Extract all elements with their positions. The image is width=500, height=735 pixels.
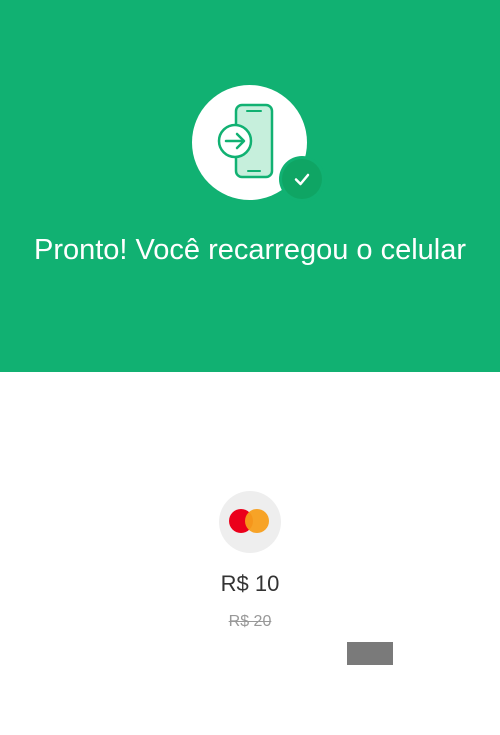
original-amount: R$ 20	[228, 613, 272, 630]
paid-amount: R$ 10	[220, 571, 280, 596]
check-icon	[294, 173, 310, 186]
check-badge	[282, 159, 322, 199]
success-title: Pronto! Você recarregou o celular	[33, 234, 467, 266]
phone-recharge-icon	[217, 103, 274, 179]
payment-method-badge	[219, 491, 281, 553]
success-header: Pronto! Você recarregou o celular	[0, 0, 500, 372]
mastercard-icon-circle-2	[245, 509, 269, 533]
recharge-success-screen: Pronto! Você recarregou o celular R$ 10 …	[0, 0, 500, 735]
redacted-block	[347, 642, 393, 665]
